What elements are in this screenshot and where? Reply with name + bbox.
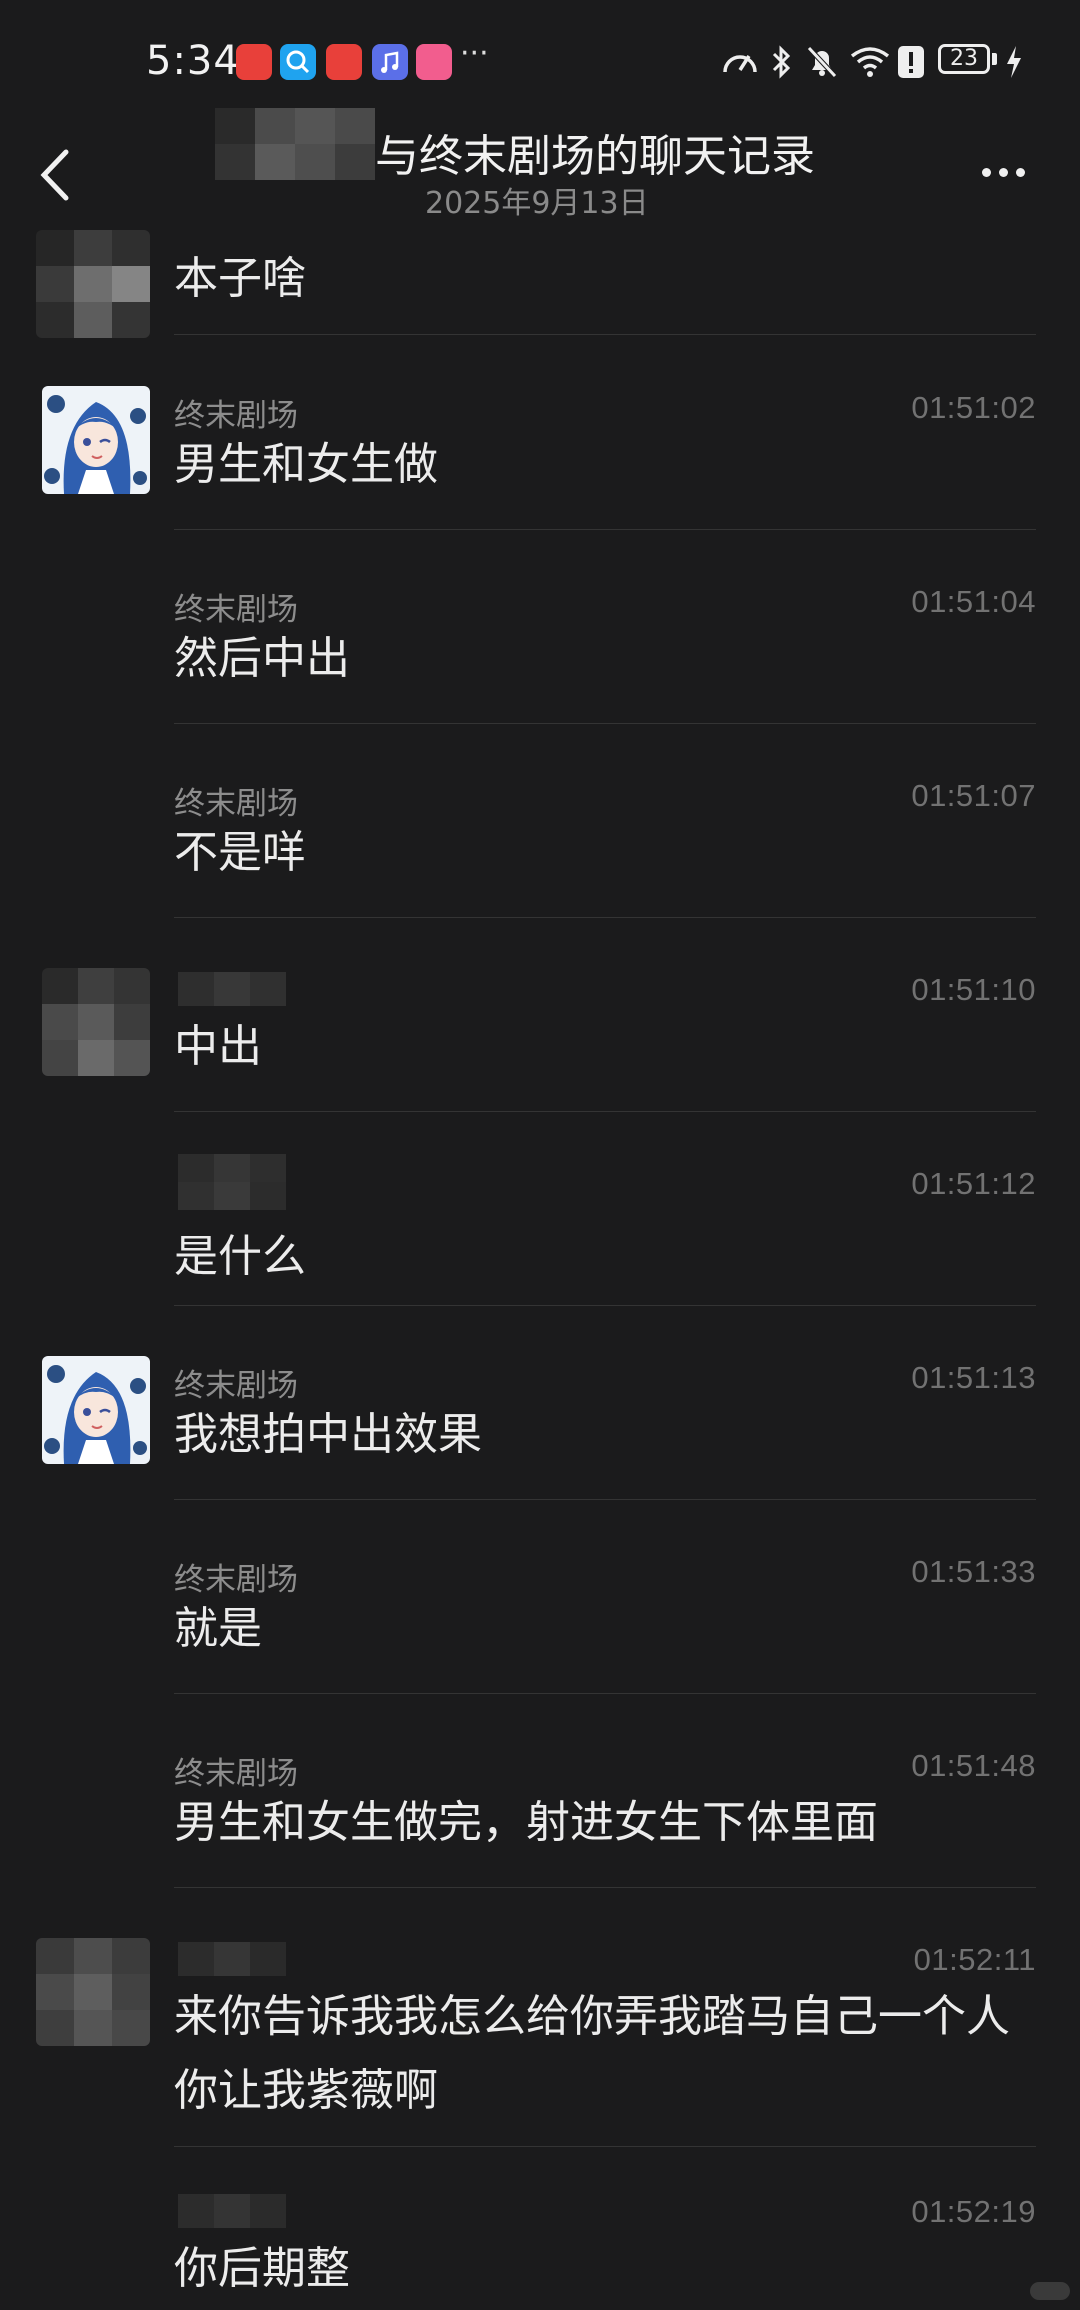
message-divider [174, 529, 1036, 530]
alert-icon [898, 46, 924, 78]
redacted-sender [178, 2194, 286, 2228]
redacted-avatar [36, 1938, 150, 2046]
message-time: 01:52:11 [913, 1942, 1036, 1977]
message-text: 男生和女生做 [174, 439, 438, 490]
redacted-sender [178, 972, 286, 1006]
wifi-icon [850, 47, 890, 77]
message-divider [174, 1111, 1036, 1112]
redacted-sender [178, 1942, 286, 1976]
message-time: 01:51:33 [911, 1554, 1036, 1589]
redacted-sender [178, 1154, 286, 1210]
message-time: 01:52:19 [911, 2194, 1036, 2229]
more-options-icon[interactable] [978, 158, 1034, 188]
message-text: 就是 [174, 1603, 262, 1654]
message-time: 01:51:07 [911, 778, 1036, 813]
music-app-icon [372, 44, 408, 80]
message-text: 男生和女生做完，射进女生下体里面 [174, 1797, 878, 1848]
message-divider [174, 1693, 1036, 1694]
watermark [1030, 2282, 1070, 2300]
speed-icon [723, 55, 757, 73]
chat-date: 2025年9月13日 [425, 186, 649, 221]
message-divider [174, 1305, 1036, 1306]
avatar[interactable] [42, 1356, 150, 1464]
huawei-appgallery-icon [236, 44, 272, 80]
message-text: 是什么 [174, 1231, 306, 1282]
charging-icon [1007, 46, 1021, 78]
message-time: 01:51:12 [911, 1166, 1036, 1201]
message-divider [174, 334, 1036, 335]
message-time: 01:51:02 [911, 390, 1036, 425]
message-text: 来你告诉我我怎么给你弄我踏马自己一个人你让我紫薇啊 [174, 1991, 1010, 2116]
more-notifications-icon: ··· [460, 36, 489, 71]
message-text: 你后期整 [174, 2243, 350, 2294]
huawei-appgallery-icon [326, 44, 362, 80]
page-title: 与终末剧场的聊天记录 [375, 131, 815, 182]
message-divider [174, 1887, 1036, 1888]
status-time: 5:34 [146, 38, 240, 84]
message-text: 然后中出 [174, 633, 350, 684]
message-divider [174, 2146, 1036, 2147]
bilibili-icon [416, 44, 452, 80]
bluetooth-icon [772, 45, 791, 79]
redacted-avatar [42, 968, 150, 1076]
message-text: 不是咩 [174, 827, 306, 878]
back-arrow-icon[interactable] [30, 140, 90, 210]
battery-level: 23 [938, 44, 990, 74]
message-time: 01:51:10 [911, 972, 1036, 1007]
message-text: 我想拍中出效果 [174, 1409, 482, 1460]
status-bar: 5:34 ··· 23 [0, 0, 1080, 120]
message-time: 01:51:48 [911, 1748, 1036, 1783]
mute-bell-icon [807, 46, 837, 78]
message-divider [174, 917, 1036, 918]
message-text: 中出 [174, 1021, 262, 1072]
battery-tip [992, 53, 997, 65]
avatar[interactable] [42, 386, 150, 494]
message-divider [174, 723, 1036, 724]
message-divider [174, 1499, 1036, 1500]
redacted-avatar [36, 230, 150, 338]
message-time: 01:51:04 [911, 584, 1036, 619]
message-text: 本子啥 [174, 253, 306, 304]
search-app-icon [280, 44, 316, 80]
redacted-name [215, 108, 375, 180]
chat-history-header: 与终末剧场的聊天记录 2025年9月13日 [0, 108, 1080, 230]
message-time: 01:51:13 [911, 1360, 1036, 1395]
